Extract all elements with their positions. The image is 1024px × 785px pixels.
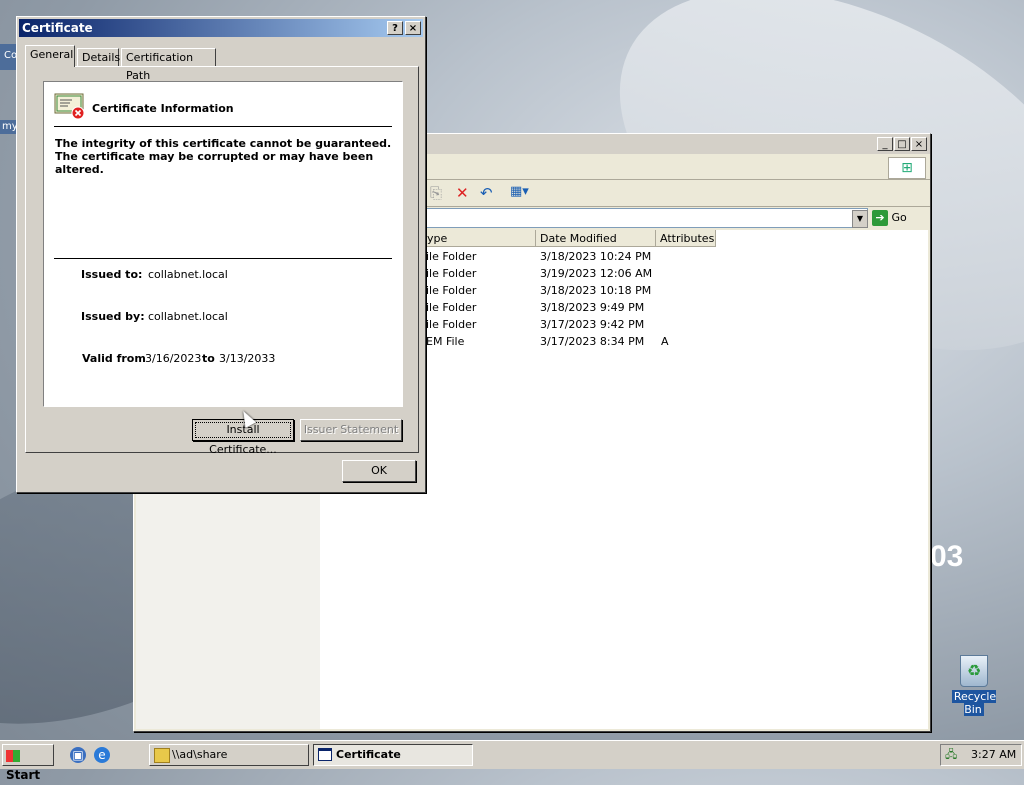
issuer-statement-button[interactable]: Issuer Statement [300,419,402,441]
tab-general[interactable]: General [25,45,75,67]
file-date: 3/19/2023 12:06 AM [540,267,653,280]
valid-to-value: 3/13/2033 [219,352,276,365]
divider [54,258,392,259]
file-type: ile Folder [426,318,477,331]
task-label: Certificate [336,748,401,761]
column-header-attributes[interactable]: Attributes [656,230,716,247]
issued-to-label: Issued to: [81,268,143,281]
file-attributes: A [661,335,669,348]
help-button[interactable]: ? [387,21,403,35]
system-tray: 🖧 3:27 AM [940,744,1022,766]
file-date: 3/18/2023 10:24 PM [540,250,652,263]
file-type: ile Folder [426,284,477,297]
task-label: \\ad\share [172,748,228,761]
file-type: EM File [426,335,465,348]
taskbar-item-share[interactable]: \\ad\share [149,744,309,766]
recycle-bin-label: Recycle Bin [951,690,997,716]
valid-from-label: Valid from [82,352,146,365]
recycle-bin-icon: ♻ [960,655,988,687]
column-header-type[interactable]: ype [423,230,536,247]
address-dropdown-button[interactable]: ▼ [852,210,868,228]
folder-icon [154,748,170,763]
desktop-icon-partial[interactable]: Co [0,44,17,70]
divider [54,126,392,127]
tab-certification-path[interactable]: Certification Path [121,48,216,82]
go-button[interactable]: ➔ Go [872,208,920,228]
internet-explorer-icon[interactable]: e [94,747,110,763]
taskbar: Start ▣ e \\ad\share Certificate 🖧 3:27 … [0,740,1024,782]
general-tab-panel: Certificate Information The integrity of… [25,66,419,456]
windows-flag-icon [6,749,20,762]
taskbar-item-certificate[interactable]: Certificate [313,744,473,766]
clock[interactable]: 3:27 AM [971,745,1016,765]
file-date: 3/17/2023 9:42 PM [540,318,645,331]
views-icon[interactable]: ▦▾ [510,184,529,199]
tab-details[interactable]: Details [77,48,120,67]
undo-icon[interactable]: ↶ [480,184,493,202]
file-date: 3/17/2023 8:34 PM [540,335,645,348]
file-date: 3/18/2023 10:18 PM [540,284,652,297]
info-title: Certificate Information [92,102,234,115]
go-label: Go [891,211,907,224]
show-desktop-icon[interactable]: ▣ [70,747,86,763]
desktop-icon-label-partial[interactable]: my [0,120,18,134]
issued-to-value: collabnet.local [148,268,228,281]
certificate-error-icon [54,93,85,120]
start-button[interactable]: Start [2,744,54,782]
valid-from-value: 3/16/2023 [145,352,202,365]
ok-button[interactable]: OK [342,460,416,482]
file-type: ile Folder [426,301,477,314]
network-icon[interactable]: 🖧 [945,745,957,765]
delete-icon[interactable]: ✕ [456,184,469,202]
go-arrow-icon: ➔ [872,210,888,226]
column-header-date-modified[interactable]: Date Modified [536,230,656,247]
certificate-dialog: Certificate ? × General Details Certific… [16,16,426,493]
recycle-bin[interactable]: ♻ Recycle Bin [944,655,1004,716]
start-label: Start [6,768,41,782]
windows-logo-icon: ⊞ [888,157,926,179]
window-icon [318,748,332,761]
wallpaper-text: 03 [930,540,964,573]
maximize-button[interactable]: □ [894,137,910,151]
file-type: ile Folder [426,267,477,280]
dialog-title: Certificate [22,21,93,35]
issued-by-value: collabnet.local [148,310,228,323]
file-date: 3/18/2023 9:49 PM [540,301,645,314]
close-button[interactable]: × [911,137,927,151]
valid-to-label: to [202,352,215,365]
integrity-warning: The integrity of this certificate cannot… [55,137,392,176]
close-button[interactable]: × [405,21,421,35]
certificate-info-box: Certificate Information The integrity of… [43,81,403,407]
file-type: ile Folder [426,250,477,263]
certificate-titlebar[interactable]: Certificate ? × [19,19,423,37]
copy-to-icon[interactable]: ⎘ [430,184,442,202]
issued-by-label: Issued by: [81,310,145,323]
minimize-button[interactable]: _ [877,137,893,151]
